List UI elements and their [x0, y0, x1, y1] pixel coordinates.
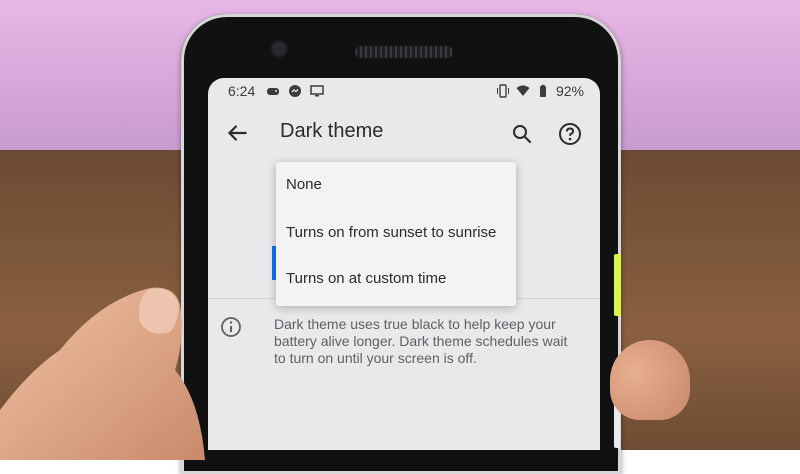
- wifi-icon: [516, 85, 530, 96]
- menu-item-sunset-to-sunrise[interactable]: Turns on from sunset to sunrise: [276, 210, 516, 256]
- notification-icons: [266, 84, 324, 98]
- status-time: 6:24: [228, 83, 256, 99]
- system-icons: 92%: [496, 83, 584, 99]
- messenger-icon: [289, 85, 301, 97]
- app-bar: Dark theme: [208, 108, 600, 160]
- cast-icon: [310, 85, 324, 97]
- schedule-dropdown-menu: None Turns on from sunset to sunrise Tur…: [276, 162, 516, 306]
- hand-left: [0, 287, 205, 460]
- phone-screen: 6:24 92% Dark theme None Turns on from s…: [208, 78, 600, 450]
- menu-item-label: None: [286, 176, 322, 193]
- search-icon[interactable]: [510, 122, 534, 146]
- game-icon: [267, 88, 279, 95]
- power-button: [614, 254, 621, 316]
- front-camera: [272, 42, 286, 56]
- dark-theme-info-text: Dark theme uses true black to help keep …: [274, 316, 568, 366]
- page-title: Dark theme: [280, 120, 384, 142]
- vibrate-icon: [496, 84, 509, 98]
- battery-icon: [539, 84, 546, 97]
- menu-item-label: Turns on at custom time: [286, 270, 447, 287]
- earpiece-speaker: [355, 46, 453, 58]
- menu-item-custom-time[interactable]: Turns on at custom time: [276, 256, 516, 302]
- battery-percent: 92%: [555, 83, 584, 99]
- menu-item-label: Turns on from sunset to sunrise: [286, 224, 497, 241]
- status-bar: 6:24 92%: [208, 78, 600, 108]
- arrow-back-icon[interactable]: [224, 120, 250, 146]
- help-icon[interactable]: [558, 122, 582, 146]
- hand-right-finger: [610, 340, 690, 420]
- menu-item-none[interactable]: None: [276, 162, 516, 208]
